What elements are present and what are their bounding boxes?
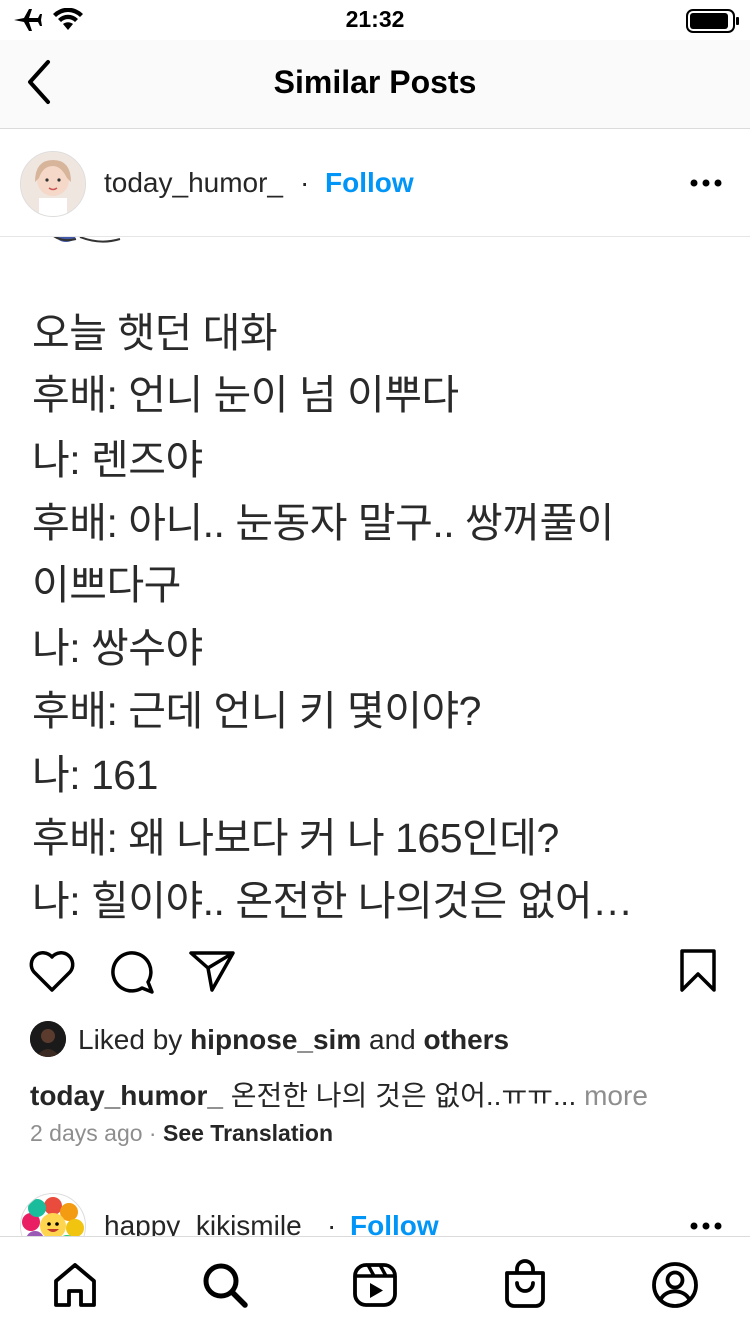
tab-bar <box>0 1236 750 1335</box>
home-icon[interactable] <box>51 1261 99 1314</box>
liked-by-others[interactable]: others <box>424 1024 510 1055</box>
nav-bar: Similar Posts <box>0 40 750 129</box>
share-icon[interactable] <box>188 948 236 999</box>
avatar[interactable] <box>20 151 86 217</box>
caption-username[interactable]: today_humor_ <box>30 1080 223 1111</box>
status-time: 21:32 <box>345 6 405 32</box>
time-ago: 2 days ago <box>30 1120 143 1146</box>
heart-icon[interactable] <box>28 950 76 999</box>
post-image[interactable]: 오늘 햇던 대화 후배: 언니 눈이 넘 이뿌다 나: 렌즈야 후배: 아니..… <box>0 237 750 927</box>
more-horizontal-icon[interactable] <box>690 1219 722 1237</box>
post-meta: 2 days ago · See Translation <box>30 1120 333 1147</box>
liker-avatar[interactable] <box>30 1021 66 1057</box>
liked-by-and: and <box>369 1024 416 1055</box>
post-text-line: 후배: 왜 나보다 커 나 165인데? <box>32 815 559 861</box>
caption-more-link[interactable]: more <box>584 1080 648 1111</box>
see-translation-link[interactable]: See Translation <box>163 1120 333 1146</box>
post-text-line: 나: 힐이야.. 온전한 나의것은 없어… <box>32 878 633 924</box>
more-horizontal-icon[interactable] <box>690 176 722 194</box>
post-text-line: 이쁘다구 <box>32 562 181 608</box>
liked-by-text: Liked by hipnose_sim and others <box>78 1024 509 1056</box>
comment-icon[interactable] <box>108 948 156 999</box>
doodle-fragment-icon <box>40 237 250 256</box>
shop-icon[interactable] <box>501 1259 549 1314</box>
post-text-line: 후배: 근데 언니 키 몇이야? <box>32 688 481 734</box>
separator-dot: · <box>148 1120 157 1146</box>
post-text-line: 후배: 아니.. 눈동자 말구.. 쌍꺼풀이 <box>32 500 614 546</box>
post-text-line: 나: 렌즈야 <box>32 437 203 483</box>
post-text-line: 후배: 언니 눈이 넘 이뿌다 <box>32 372 459 418</box>
caption-text: 온전한 나의 것은 없어..ㅠㅠ... <box>230 1080 577 1111</box>
post-text-line: 나: 쌍수야 <box>32 625 203 671</box>
follow-button[interactable]: Follow <box>325 167 414 199</box>
page-title: Similar Posts <box>273 64 477 100</box>
bookmark-icon[interactable] <box>678 948 718 999</box>
separator-dot: · <box>300 167 310 198</box>
battery-icon <box>686 9 740 38</box>
search-icon[interactable] <box>201 1261 249 1314</box>
caption: today_humor_ 온전한 나의 것은 없어..ㅠㅠ... more <box>30 1074 648 1114</box>
liked-by-user[interactable]: hipnose_sim <box>190 1024 361 1055</box>
profile-icon[interactable] <box>651 1261 699 1314</box>
post-username[interactable]: today_humor_ <box>104 167 283 199</box>
post-text-line: 나: 161 <box>32 752 158 798</box>
post-text-line: 오늘 햇던 대화 <box>32 310 278 356</box>
reels-icon[interactable] <box>351 1261 399 1314</box>
status-bar: 21:32 <box>0 0 750 40</box>
liked-by-prefix: Liked by <box>78 1024 183 1055</box>
